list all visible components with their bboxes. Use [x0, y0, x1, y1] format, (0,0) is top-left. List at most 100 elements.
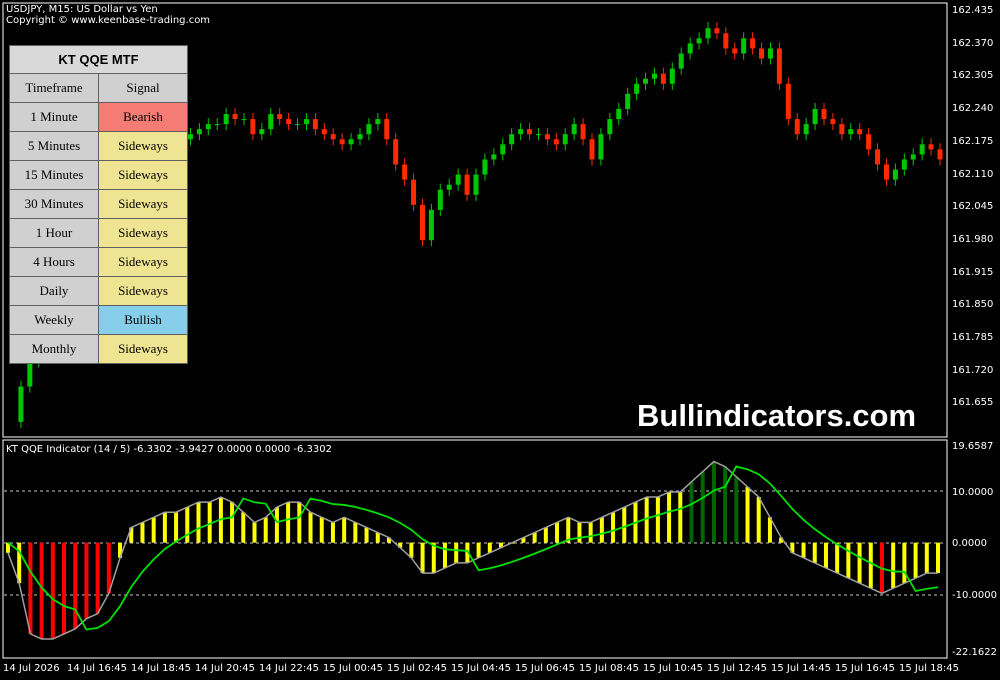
signal-cell-bull: Bullish: [98, 305, 188, 335]
candle-body: [18, 386, 24, 422]
timeframe-cell: 30 Minutes: [9, 189, 99, 219]
qqe-bar: [431, 542, 436, 574]
price-tick: 161.785: [952, 332, 994, 343]
price-tick: 161.720: [952, 364, 994, 376]
price-tick: 162.370: [952, 37, 994, 49]
qqe-bar: [756, 497, 761, 543]
price-tick: 162.045: [952, 201, 994, 213]
time-tick: 15 Jul 06:45: [515, 663, 575, 674]
candle-body: [937, 149, 943, 160]
candle-body: [625, 93, 631, 109]
candle-body: [411, 179, 417, 205]
signal-cell-side: Sideways: [98, 218, 188, 248]
signal-cell-side: Sideways: [98, 276, 188, 306]
qqe-bar: [857, 542, 862, 584]
qqe-bar: [409, 542, 414, 558]
candle-body: [776, 48, 782, 84]
time-tick: 15 Jul 18:45: [899, 663, 959, 674]
candle-body: [919, 144, 925, 155]
mtf-row: 30 Minutes Sideways: [9, 189, 188, 219]
candle-body: [634, 83, 640, 94]
qqe-bar: [62, 542, 67, 634]
candle-body: [660, 73, 666, 84]
qqe-bar: [823, 542, 828, 569]
price-tick: 161.980: [952, 233, 994, 245]
qqe-bar: [106, 542, 111, 594]
candle-body: [821, 108, 827, 120]
time-tick: 14 Jul 18:45: [131, 663, 191, 674]
candle-body: [866, 134, 872, 150]
indicator-tick: -10.0000: [952, 590, 997, 601]
qqe-bar: [308, 512, 313, 543]
candle-body: [767, 48, 773, 59]
time-tick: 15 Jul 02:45: [387, 663, 447, 674]
qqe-bar: [17, 542, 22, 584]
timeframe-cell: Monthly: [9, 334, 99, 364]
time-tick: 14 Jul 16:45: [67, 663, 127, 674]
indicator-tick: -22.1622: [952, 647, 997, 658]
qqe-bar: [588, 522, 593, 543]
price-tick: 161.850: [952, 299, 994, 311]
candle-body: [892, 169, 898, 180]
candle-body: [803, 124, 809, 135]
candle-body: [473, 174, 479, 195]
qqe-indicator: [6, 460, 940, 640]
candle-body: [196, 129, 202, 135]
qqe-bar: [476, 542, 481, 558]
mtf-row: 15 Minutes Sideways: [9, 160, 188, 190]
candle-body: [295, 124, 301, 126]
qqe-bar: [73, 542, 78, 629]
price-tick: 162.435: [952, 5, 994, 16]
candle-body: [214, 124, 220, 126]
candle-body: [259, 129, 265, 135]
candle-body: [705, 28, 711, 39]
qqe-bar: [50, 542, 55, 639]
candle-body: [375, 119, 381, 125]
price-tick: 162.175: [952, 135, 994, 147]
candle-body: [419, 204, 425, 241]
time-tick: 15 Jul 16:45: [835, 663, 895, 674]
copyright-text: Copyright © www.keenbase-trading.com: [6, 15, 211, 26]
mtf-row: 1 Minute Bearish: [9, 102, 188, 132]
qqe-bar: [252, 522, 257, 543]
candle-body: [910, 154, 916, 160]
qqe-bar: [812, 542, 817, 563]
qqe-bar: [28, 542, 33, 634]
qqe-bar: [95, 542, 100, 614]
time-tick: 15 Jul 12:45: [707, 663, 767, 674]
watermark: Bullindicators.com: [637, 398, 917, 433]
candle-body: [696, 38, 702, 44]
qqe-bar: [330, 522, 335, 543]
price-tick: 161.915: [952, 266, 994, 278]
qqe-bar: [700, 471, 705, 543]
candle-body: [607, 119, 613, 135]
time-tick: 14 Jul 20:45: [195, 663, 255, 674]
time-tick: 15 Jul 08:45: [579, 663, 639, 674]
qqe-bar: [342, 517, 347, 543]
time-tick: 14 Jul 2026: [3, 663, 60, 674]
candle-body: [527, 129, 533, 135]
candle-body: [500, 144, 506, 155]
candle-body: [312, 119, 318, 130]
time-tick: 15 Jul 10:45: [643, 663, 703, 674]
header-timeframe: Timeframe: [9, 73, 99, 103]
timeframe-cell: Weekly: [9, 305, 99, 335]
signal-cell-bear: Bearish: [98, 102, 188, 132]
qqe-bar: [140, 522, 145, 543]
candle-body: [339, 139, 345, 145]
candle-body: [794, 119, 800, 135]
indicator-tick: 10.0000: [952, 487, 994, 498]
mtf-row: 1 Hour Sideways: [9, 218, 188, 248]
candle-body: [393, 139, 399, 165]
qqe-bar: [319, 517, 324, 543]
candle-body: [348, 139, 354, 145]
qqe-bar: [241, 512, 246, 543]
qqe-bar: [745, 486, 750, 543]
candle-body: [901, 159, 907, 170]
candle-body: [277, 114, 283, 120]
candle-body: [839, 124, 845, 135]
mtf-row: Daily Sideways: [9, 276, 188, 306]
candle-body: [714, 28, 720, 34]
candle-body: [857, 129, 863, 135]
qqe-bar: [711, 461, 716, 543]
